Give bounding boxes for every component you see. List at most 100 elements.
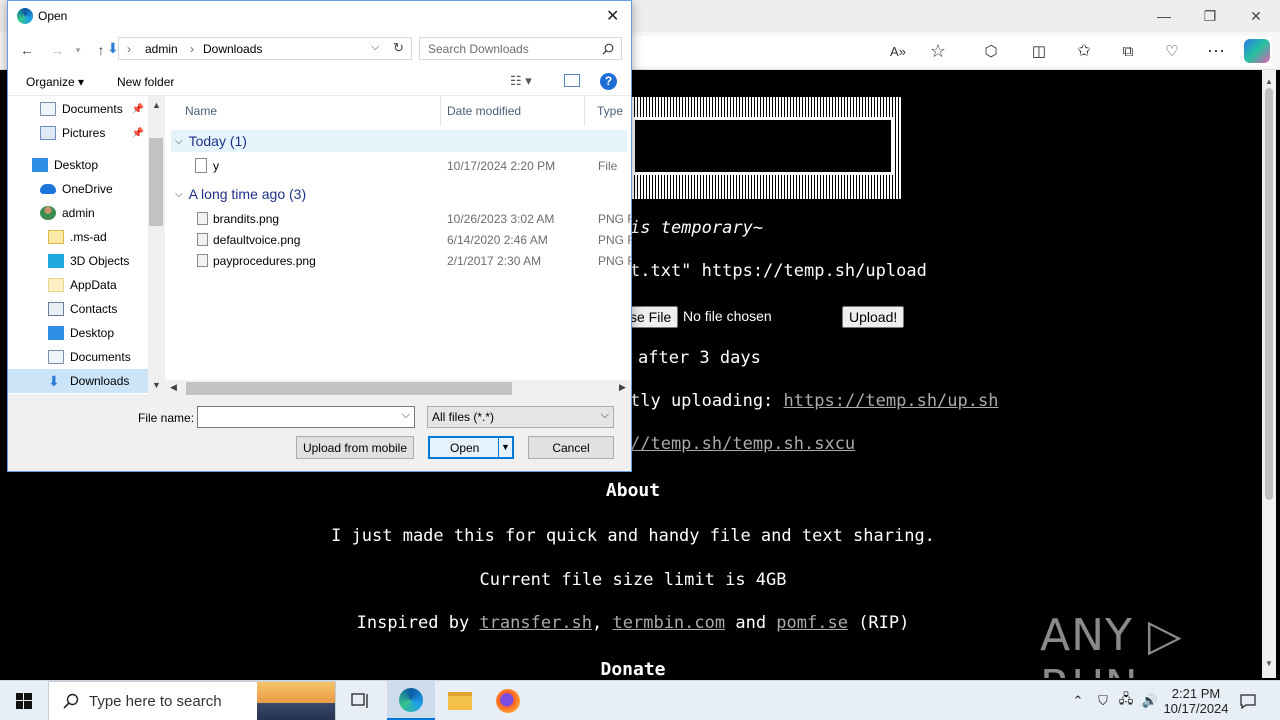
windows-icon [16, 693, 32, 709]
page-scroll-thumb[interactable] [1265, 88, 1273, 500]
notifications-icon[interactable] [1234, 681, 1262, 720]
column-header-type[interactable]: Type [597, 96, 631, 126]
tray-chevron-icon[interactable]: ⌃ [1068, 681, 1088, 720]
dialog-title: Open [38, 9, 68, 23]
back-arrow-icon[interactable]: ← [17, 40, 37, 60]
task-view-icon[interactable] [336, 681, 384, 720]
comma-sep: , [592, 613, 613, 633]
taskbar: Type here to search ⌃ ⛉ 🖧 🔊 2:21 PM 10/1… [0, 680, 1280, 720]
group-header-today[interactable]: ⌵ Today (1) [171, 130, 627, 152]
breadcrumb-admin[interactable]: admin [145, 42, 178, 56]
nav-item-documents[interactable]: Documents [48, 345, 148, 369]
downloads-folder-icon: ⬇ [107, 40, 119, 56]
start-button[interactable] [0, 681, 48, 720]
dialog-close-icon[interactable]: ✕ [606, 6, 619, 26]
nav-item-documents-pinned[interactable]: Documents 📌 [40, 97, 148, 121]
favorite-star-icon[interactable]: ☆ [924, 38, 952, 64]
dialog-search-input[interactable]: Search Downloads [419, 37, 622, 60]
favorites-icon[interactable]: ✩ [1070, 38, 1098, 64]
file-name-input[interactable]: ⌵ [197, 406, 415, 428]
firefox-icon[interactable] [484, 681, 532, 720]
termbin-link[interactable]: termbin.com [613, 613, 726, 633]
read-aloud-icon[interactable]: A» [884, 38, 912, 64]
transfer-sh-link[interactable]: transfer.sh [479, 613, 592, 633]
nav-item-ms-ad[interactable]: .ms-ad [48, 225, 148, 249]
file-explorer-icon[interactable] [436, 681, 484, 720]
cancel-button[interactable]: Cancel [528, 436, 614, 459]
sxcu-link[interactable]: //temp.sh/temp.sh.sxcu [630, 434, 855, 454]
split-screen-icon[interactable]: ◫ [1025, 38, 1053, 64]
open-button[interactable]: Open ▼ [428, 436, 514, 459]
file-type-select[interactable]: All files (*.*) ⌵ [427, 406, 614, 428]
scroll-down-icon[interactable]: ▼ [1262, 656, 1276, 670]
file-row[interactable]: defaultvoice.png 6/14/2020 2:46 AM PNG F… [165, 230, 631, 251]
rip-text: (RIP) [847, 613, 910, 633]
browser-essentials-icon[interactable]: ♡ [1158, 38, 1186, 64]
address-dropdown-icon[interactable]: ⌵ [371, 41, 379, 54]
nav-item-contacts[interactable]: Contacts [48, 297, 148, 321]
edge-app-icon [17, 8, 33, 24]
volume-icon[interactable]: 🔊 [1139, 681, 1161, 720]
view-options-icon[interactable]: ☷ ▾ [510, 73, 532, 89]
help-icon[interactable]: ? [600, 73, 617, 90]
pomf-link[interactable]: pomf.se [776, 613, 848, 633]
refresh-icon[interactable]: ↻ [393, 40, 404, 56]
nav-scrollbar[interactable]: ▲ ▼ [148, 96, 165, 394]
forward-arrow-icon[interactable]: → [47, 40, 67, 60]
new-folder-button[interactable]: New folder [117, 75, 174, 89]
collections-icon[interactable]: ⧉ [1114, 38, 1142, 64]
restore-icon[interactable]: ❐ [1187, 0, 1233, 32]
about-text: I just made this for quick and handy fil… [331, 526, 935, 546]
security-tray-icon[interactable]: ⛉ [1093, 681, 1113, 720]
group-header-long-ago[interactable]: ⌵ A long time ago (3) [171, 183, 627, 205]
recent-dropdown-icon[interactable]: ▾ [68, 40, 88, 60]
chevron-down-icon: ⌵ [401, 409, 410, 421]
nav-item-3d-objects[interactable]: 3D Objects [48, 249, 148, 273]
about-heading: About [605, 480, 661, 501]
search-highlight-image [257, 682, 335, 720]
open-dropdown-icon[interactable]: ▼ [498, 438, 512, 457]
expire-text: after 3 days [638, 348, 761, 368]
file-row[interactable]: brandits.png 10/26/2023 3:02 AM PNG File [165, 209, 631, 230]
network-icon[interactable]: 🖧 [1116, 681, 1136, 720]
clock[interactable]: 2:21 PM 10/17/2024 [1162, 681, 1230, 720]
curl-command-text: t.txt" https://temp.sh/upload [630, 261, 927, 281]
nav-scroll-thumb[interactable] [149, 138, 163, 226]
pin-icon: 📌 [131, 103, 144, 115]
taskbar-search[interactable]: Type here to search [48, 681, 336, 720]
file-list-hscrollbar[interactable]: ◀ ▶ [165, 380, 631, 397]
clock-date: 10/17/2024 [1163, 701, 1229, 716]
column-header-date[interactable]: Date modified [447, 96, 585, 126]
minimize-icon[interactable]: — [1141, 0, 1187, 32]
upload-button[interactable]: Upload! [842, 306, 905, 328]
file-list: Name Date modified Type ⌵ Today (1) y 10/… [165, 96, 631, 380]
nav-item-desktop-2[interactable]: Desktop [48, 321, 148, 345]
organize-button[interactable]: Organize ▾ [26, 75, 84, 89]
hscroll-thumb[interactable] [186, 382, 512, 395]
nav-item-pictures-pinned[interactable]: Pictures 📌 [40, 121, 148, 145]
anyrun-watermark: ANY ▷ RUN [1040, 610, 1183, 678]
file-row[interactable]: payprocedures.png 2/1/2017 2:30 AM PNG F… [165, 251, 631, 272]
browser-close-icon[interactable]: ✕ [1233, 0, 1279, 32]
nav-item-desktop[interactable]: Desktop [32, 153, 148, 177]
file-row[interactable]: y 10/17/2024 2:20 PM File [165, 156, 631, 177]
nav-item-admin[interactable]: admin [40, 201, 148, 225]
navigation-pane: Documents 📌 Pictures 📌 Desktop OneDrive ad… [8, 96, 148, 394]
upload-from-mobile-button[interactable]: Upload from mobile [296, 436, 414, 459]
breadcrumb-downloads[interactable]: Downloads [203, 42, 262, 56]
edge-taskbar-icon[interactable] [387, 681, 435, 720]
upsh-link[interactable]: https://temp.sh/up.sh [784, 391, 999, 411]
column-header-name[interactable]: Name [185, 96, 441, 126]
nav-item-onedrive[interactable]: OneDrive [40, 177, 148, 201]
breadcrumb-bar[interactable]: ⬇ › admin › Downloads ⌵ ↻ [107, 37, 412, 60]
and-text: and [725, 613, 777, 633]
nav-item-appdata[interactable]: AppData [48, 273, 148, 297]
choose-file-button[interactable]: se File [624, 306, 679, 328]
nav-item-downloads[interactable]: ⬇ Downloads [8, 369, 148, 393]
scroll-up-icon[interactable]: ▲ [1262, 74, 1276, 88]
more-options-icon[interactable]: ⋯ [1202, 38, 1230, 64]
extensions-icon[interactable]: ⬡ [977, 38, 1005, 64]
copilot-icon[interactable] [1244, 39, 1270, 63]
script-prefix: tly uploading: [630, 391, 784, 411]
preview-pane-icon[interactable] [564, 74, 580, 87]
